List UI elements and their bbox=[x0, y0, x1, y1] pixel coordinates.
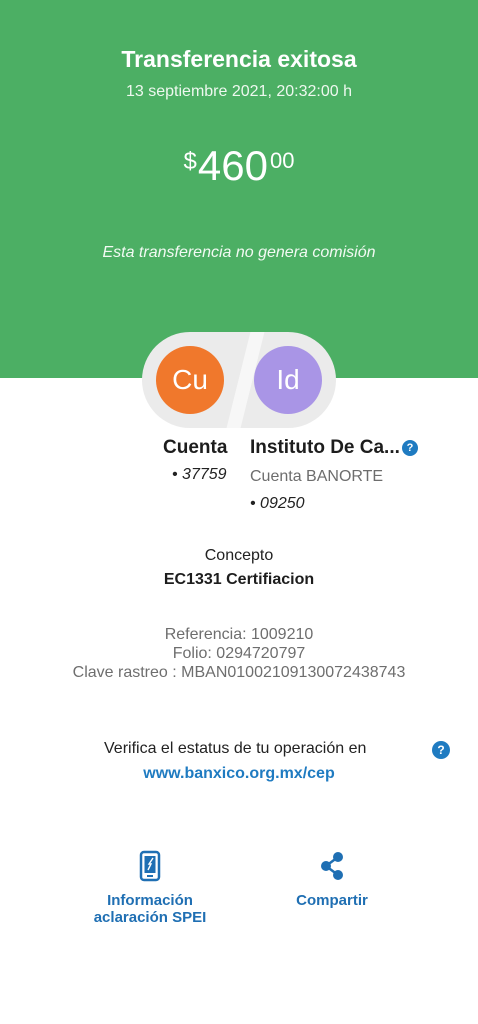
phone-icon bbox=[139, 850, 161, 882]
destination-avatar: Id bbox=[254, 346, 322, 414]
accounts-pill: Cu Id bbox=[142, 332, 336, 428]
amount-decimals: 00 bbox=[269, 148, 295, 173]
share-icon bbox=[321, 852, 343, 880]
fee-note: Esta transferencia no genera comisión bbox=[102, 244, 376, 261]
success-header: Transferencia exitosa 13 septiembre 2021… bbox=[0, 0, 478, 378]
origin-account: • 37759 bbox=[172, 466, 227, 483]
destination-account: • 09250 bbox=[250, 495, 305, 512]
origin-avatar: Cu bbox=[156, 346, 224, 414]
amount-integer: 460 bbox=[197, 142, 268, 189]
destination-name: Instituto De Ca... bbox=[250, 437, 400, 458]
transfer-amount: $ 460 00 bbox=[0, 142, 478, 190]
transfer-receipt-screen: Transferencia exitosa 13 septiembre 2021… bbox=[0, 0, 478, 1024]
transfer-datetime: 13 septiembre 2021, 20:32:00 h bbox=[126, 83, 352, 100]
page-title: Transferencia exitosa bbox=[121, 46, 357, 72]
spei-label-line2: aclaración SPEI bbox=[93, 909, 207, 926]
destination-bank: Cuenta BANORTE bbox=[250, 468, 384, 485]
share-label: Compartir bbox=[296, 892, 368, 909]
folio-number: Folio: 0294720797 bbox=[172, 645, 306, 662]
share-button[interactable]: Compartir bbox=[257, 850, 407, 909]
help-icon[interactable]: ? bbox=[402, 440, 418, 456]
banxico-link[interactable]: www.banxico.org.mx/cep bbox=[0, 765, 478, 783]
reference-number: Referencia: 1009210 bbox=[164, 626, 314, 643]
help-icon[interactable]: ? bbox=[432, 741, 450, 759]
spei-label-line1: Información bbox=[107, 892, 193, 909]
tracking-key: Clave rastreo : MBAN01002109130072438743 bbox=[72, 664, 406, 681]
concept-label: Concepto bbox=[204, 547, 274, 564]
amount-currency: $ bbox=[183, 148, 197, 175]
concept-value: EC1331 Certifiacion bbox=[163, 571, 315, 588]
verify-status-text: Verifica el estatus de tu operación en bbox=[104, 740, 367, 757]
origin-name: Cuenta bbox=[163, 437, 228, 458]
spei-info-button[interactable]: Información aclaración SPEI bbox=[75, 850, 225, 926]
